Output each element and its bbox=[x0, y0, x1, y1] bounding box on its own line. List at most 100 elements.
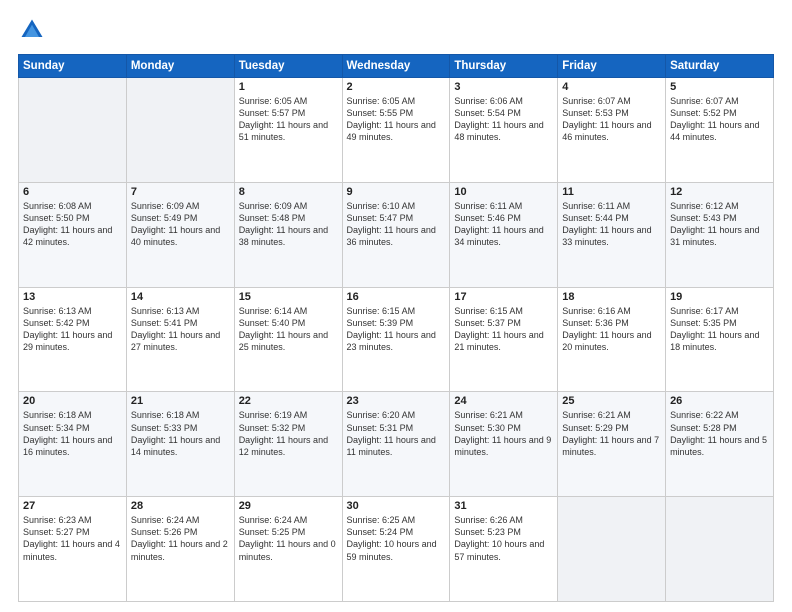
day-info: Sunrise: 6:15 AM Sunset: 5:39 PM Dayligh… bbox=[347, 305, 446, 354]
calendar-week-4: 20 Sunrise: 6:18 AM Sunset: 5:34 PM Dayli… bbox=[19, 392, 774, 497]
calendar-cell: 7 Sunrise: 6:09 AM Sunset: 5:49 PM Daylig… bbox=[126, 182, 234, 287]
day-number: 4 bbox=[562, 81, 661, 93]
day-number: 3 bbox=[454, 81, 553, 93]
day-info: Sunrise: 6:06 AM Sunset: 5:54 PM Dayligh… bbox=[454, 95, 553, 144]
day-number: 21 bbox=[131, 395, 230, 407]
calendar-body: 1Sunrise: 6:05 AM Sunset: 5:57 PM Daylig… bbox=[19, 78, 774, 602]
day-info: Sunrise: 6:16 AM Sunset: 5:36 PM Dayligh… bbox=[562, 305, 661, 354]
calendar-cell: 28 Sunrise: 6:24 AM Sunset: 5:26 PM Dayli… bbox=[126, 497, 234, 602]
day-info: Sunrise: 6:11 AM Sunset: 5:46 PM Dayligh… bbox=[454, 200, 553, 249]
day-number: 28 bbox=[131, 500, 230, 512]
logo bbox=[18, 16, 50, 44]
day-info: Sunrise: 6:24 AM Sunset: 5:26 PM Dayligh… bbox=[131, 514, 230, 563]
day-info: Sunrise: 6:09 AM Sunset: 5:49 PM Dayligh… bbox=[131, 200, 230, 249]
day-number: 18 bbox=[562, 291, 661, 303]
calendar-cell: 12 Sunrise: 6:12 AM Sunset: 5:43 PM Dayli… bbox=[666, 182, 774, 287]
calendar-cell: 3 Sunrise: 6:06 AM Sunset: 5:54 PM Daylig… bbox=[450, 78, 558, 183]
day-info: Sunrise: 6:07 AM Sunset: 5:52 PM Dayligh… bbox=[670, 95, 769, 144]
day-number: 29 bbox=[239, 500, 338, 512]
calendar-cell: 20 Sunrise: 6:18 AM Sunset: 5:34 PM Dayli… bbox=[19, 392, 127, 497]
calendar-cell: 17 Sunrise: 6:15 AM Sunset: 5:37 PM Dayli… bbox=[450, 287, 558, 392]
day-info: Sunrise: 6:11 AM Sunset: 5:44 PM Dayligh… bbox=[562, 200, 661, 249]
day-info: Sunrise: 6:23 AM Sunset: 5:27 PM Dayligh… bbox=[23, 514, 122, 563]
day-info: Sunrise: 6:12 AM Sunset: 5:43 PM Dayligh… bbox=[670, 200, 769, 249]
calendar-cell: 6Sunrise: 6:08 AM Sunset: 5:50 PM Daylig… bbox=[19, 182, 127, 287]
weekday-header-wednesday: Wednesday bbox=[342, 55, 450, 78]
day-number: 15 bbox=[239, 291, 338, 303]
day-number: 10 bbox=[454, 186, 553, 198]
page: SundayMondayTuesdayWednesdayThursdayFrid… bbox=[0, 0, 792, 612]
calendar-cell: 22Sunrise: 6:19 AM Sunset: 5:32 PM Dayli… bbox=[234, 392, 342, 497]
day-info: Sunrise: 6:20 AM Sunset: 5:31 PM Dayligh… bbox=[347, 409, 446, 458]
day-info: Sunrise: 6:09 AM Sunset: 5:48 PM Dayligh… bbox=[239, 200, 338, 249]
calendar-cell: 30 Sunrise: 6:25 AM Sunset: 5:24 PM Dayli… bbox=[342, 497, 450, 602]
day-info: Sunrise: 6:07 AM Sunset: 5:53 PM Dayligh… bbox=[562, 95, 661, 144]
day-info: Sunrise: 6:05 AM Sunset: 5:55 PM Dayligh… bbox=[347, 95, 446, 144]
day-info: Sunrise: 6:25 AM Sunset: 5:24 PM Dayligh… bbox=[347, 514, 446, 563]
calendar-cell: 21 Sunrise: 6:18 AM Sunset: 5:33 PM Dayli… bbox=[126, 392, 234, 497]
calendar-cell: 24 Sunrise: 6:21 AM Sunset: 5:30 PM Dayli… bbox=[450, 392, 558, 497]
day-info: Sunrise: 6:18 AM Sunset: 5:34 PM Dayligh… bbox=[23, 409, 122, 458]
calendar-cell: 2Sunrise: 6:05 AM Sunset: 5:55 PM Daylig… bbox=[342, 78, 450, 183]
weekday-header-thursday: Thursday bbox=[450, 55, 558, 78]
day-number: 8 bbox=[239, 186, 338, 198]
day-number: 23 bbox=[347, 395, 446, 407]
day-info: Sunrise: 6:22 AM Sunset: 5:28 PM Dayligh… bbox=[670, 409, 769, 458]
calendar-week-2: 6Sunrise: 6:08 AM Sunset: 5:50 PM Daylig… bbox=[19, 182, 774, 287]
day-number: 11 bbox=[562, 186, 661, 198]
calendar-cell: 11 Sunrise: 6:11 AM Sunset: 5:44 PM Dayli… bbox=[558, 182, 666, 287]
calendar-cell: 18 Sunrise: 6:16 AM Sunset: 5:36 PM Dayli… bbox=[558, 287, 666, 392]
day-info: Sunrise: 6:26 AM Sunset: 5:23 PM Dayligh… bbox=[454, 514, 553, 563]
calendar-cell bbox=[126, 78, 234, 183]
day-number: 22 bbox=[239, 395, 338, 407]
weekday-header-friday: Friday bbox=[558, 55, 666, 78]
calendar-header: SundayMondayTuesdayWednesdayThursdayFrid… bbox=[19, 55, 774, 78]
calendar-cell: 29 Sunrise: 6:24 AM Sunset: 5:25 PM Dayli… bbox=[234, 497, 342, 602]
day-number: 7 bbox=[131, 186, 230, 198]
calendar-table: SundayMondayTuesdayWednesdayThursdayFrid… bbox=[18, 54, 774, 602]
calendar-cell: 1Sunrise: 6:05 AM Sunset: 5:57 PM Daylig… bbox=[234, 78, 342, 183]
day-info: Sunrise: 6:18 AM Sunset: 5:33 PM Dayligh… bbox=[131, 409, 230, 458]
day-number: 19 bbox=[670, 291, 769, 303]
day-number: 5 bbox=[670, 81, 769, 93]
weekday-header-tuesday: Tuesday bbox=[234, 55, 342, 78]
calendar-cell: 31 Sunrise: 6:26 AM Sunset: 5:23 PM Dayli… bbox=[450, 497, 558, 602]
day-number: 30 bbox=[347, 500, 446, 512]
day-info: Sunrise: 6:14 AM Sunset: 5:40 PM Dayligh… bbox=[239, 305, 338, 354]
calendar-cell: 13 Sunrise: 6:13 AM Sunset: 5:42 PM Dayli… bbox=[19, 287, 127, 392]
calendar-cell bbox=[666, 497, 774, 602]
day-info: Sunrise: 6:05 AM Sunset: 5:57 PM Dayligh… bbox=[239, 95, 338, 144]
day-number: 14 bbox=[131, 291, 230, 303]
day-number: 26 bbox=[670, 395, 769, 407]
day-info: Sunrise: 6:15 AM Sunset: 5:37 PM Dayligh… bbox=[454, 305, 553, 354]
day-number: 20 bbox=[23, 395, 122, 407]
day-info: Sunrise: 6:24 AM Sunset: 5:25 PM Dayligh… bbox=[239, 514, 338, 563]
calendar-cell: 25Sunrise: 6:21 AM Sunset: 5:29 PM Dayli… bbox=[558, 392, 666, 497]
weekday-header-monday: Monday bbox=[126, 55, 234, 78]
weekday-header-sunday: Sunday bbox=[19, 55, 127, 78]
calendar-cell: 10 Sunrise: 6:11 AM Sunset: 5:46 PM Dayli… bbox=[450, 182, 558, 287]
day-number: 24 bbox=[454, 395, 553, 407]
day-info: Sunrise: 6:17 AM Sunset: 5:35 PM Dayligh… bbox=[670, 305, 769, 354]
calendar-cell bbox=[558, 497, 666, 602]
calendar-cell bbox=[19, 78, 127, 183]
day-number: 31 bbox=[454, 500, 553, 512]
day-number: 13 bbox=[23, 291, 122, 303]
day-info: Sunrise: 6:21 AM Sunset: 5:30 PM Dayligh… bbox=[454, 409, 553, 458]
day-number: 12 bbox=[670, 186, 769, 198]
day-info: Sunrise: 6:13 AM Sunset: 5:42 PM Dayligh… bbox=[23, 305, 122, 354]
calendar-cell: 9Sunrise: 6:10 AM Sunset: 5:47 PM Daylig… bbox=[342, 182, 450, 287]
day-info: Sunrise: 6:10 AM Sunset: 5:47 PM Dayligh… bbox=[347, 200, 446, 249]
calendar-cell: 5 Sunrise: 6:07 AM Sunset: 5:52 PM Daylig… bbox=[666, 78, 774, 183]
logo-icon bbox=[18, 16, 46, 44]
calendar-cell: 19 Sunrise: 6:17 AM Sunset: 5:35 PM Dayli… bbox=[666, 287, 774, 392]
calendar-cell: 8 Sunrise: 6:09 AM Sunset: 5:48 PM Daylig… bbox=[234, 182, 342, 287]
calendar-cell: 14Sunrise: 6:13 AM Sunset: 5:41 PM Dayli… bbox=[126, 287, 234, 392]
calendar-cell: 15 Sunrise: 6:14 AM Sunset: 5:40 PM Dayli… bbox=[234, 287, 342, 392]
calendar-week-5: 27Sunrise: 6:23 AM Sunset: 5:27 PM Dayli… bbox=[19, 497, 774, 602]
calendar-cell: 23 Sunrise: 6:20 AM Sunset: 5:31 PM Dayli… bbox=[342, 392, 450, 497]
header bbox=[18, 16, 774, 44]
calendar-cell: 27Sunrise: 6:23 AM Sunset: 5:27 PM Dayli… bbox=[19, 497, 127, 602]
weekday-row: SundayMondayTuesdayWednesdayThursdayFrid… bbox=[19, 55, 774, 78]
day-number: 17 bbox=[454, 291, 553, 303]
